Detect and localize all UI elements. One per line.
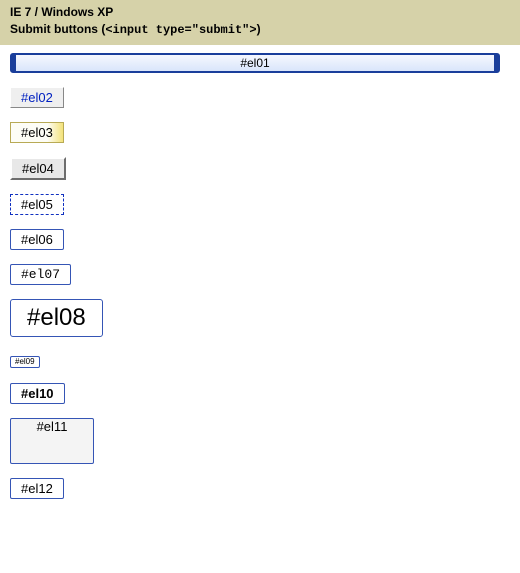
subtitle-code: <input type="submit"> (105, 23, 256, 37)
header-subtitle: Submit buttons (<input type="submit">) (10, 21, 510, 39)
submit-el01[interactable]: #el01 (10, 53, 500, 73)
submit-el07[interactable]: #el07 (10, 264, 71, 285)
subtitle-suffix: ) (257, 22, 261, 36)
submit-el04[interactable]: #el04 (10, 157, 66, 180)
submit-el02[interactable]: #el02 (10, 87, 64, 108)
examples-area: #el01 #el02 #el03 #el04 #el05 #el06 #el0… (0, 45, 520, 523)
submit-el09[interactable]: #el09 (10, 356, 40, 368)
header-title: IE 7 / Windows XP (10, 4, 510, 21)
submit-el12[interactable]: #el12 (10, 478, 64, 499)
submit-el08[interactable]: #el08 (10, 299, 103, 337)
submit-el06[interactable]: #el06 (10, 229, 64, 250)
subtitle-prefix: Submit buttons ( (10, 22, 105, 36)
submit-el03[interactable]: #el03 (10, 122, 64, 143)
submit-el05[interactable]: #el05 (10, 194, 64, 215)
header: IE 7 / Windows XP Submit buttons (<input… (0, 0, 520, 45)
submit-el10[interactable]: #el10 (10, 383, 65, 404)
submit-el11[interactable]: #el11 (10, 418, 94, 464)
